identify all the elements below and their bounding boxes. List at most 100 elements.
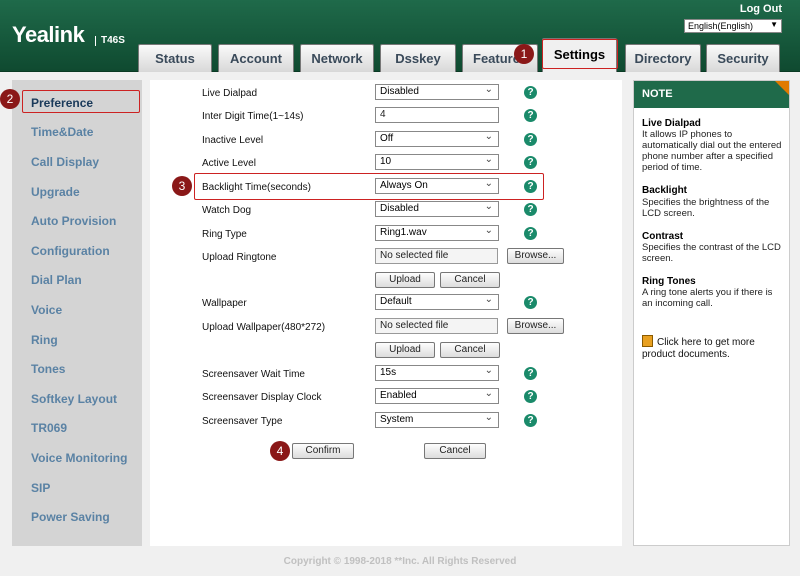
screensaver-clock-label: Screensaver Display Clock: [202, 392, 322, 403]
chevron-down-icon: ⌄: [484, 225, 493, 236]
wallpaper-select[interactable]: Default ⌄: [375, 294, 499, 310]
help-icon[interactable]: ?: [524, 367, 537, 380]
help-icon[interactable]: ?: [524, 109, 537, 122]
live-dialpad-value: Disabled: [380, 86, 419, 97]
sidebar-item-configuration[interactable]: Configuration: [31, 244, 110, 258]
ringtone-upload-button[interactable]: Upload: [375, 272, 435, 288]
active-level-select[interactable]: 10 ⌄: [375, 154, 499, 170]
highlight-settings-tab: [542, 39, 618, 69]
sidebar-item-tones[interactable]: Tones: [31, 362, 65, 376]
sidebar-item-time-date[interactable]: Time&Date: [31, 125, 93, 139]
ring-type-label: Ring Type: [202, 229, 247, 240]
sidebar-item-ring[interactable]: Ring: [31, 333, 58, 347]
screensaver-type-select[interactable]: System ⌄: [375, 412, 499, 428]
step-badge-4: 4: [270, 441, 290, 461]
ringtone-file-field[interactable]: No selected file: [375, 248, 498, 264]
wallpaper-label: Wallpaper: [202, 298, 247, 309]
active-level-value: 10: [380, 156, 392, 167]
tab-directory[interactable]: Directory: [625, 44, 701, 72]
note-panel: NOTE Live Dialpad It allows IP phones to…: [633, 80, 790, 546]
help-icon[interactable]: ?: [524, 296, 537, 309]
inactive-level-label: Inactive Level: [202, 135, 264, 146]
tab-security[interactable]: Security: [706, 44, 780, 72]
product-documents-link[interactable]: Click here to get more product documents…: [642, 335, 784, 361]
inactive-level-select[interactable]: Off ⌄: [375, 131, 499, 147]
tab-dsskey[interactable]: Dsskey: [380, 44, 456, 72]
upload-ringtone-label: Upload Ringtone: [202, 252, 277, 263]
preference-form: Live Dialpad Disabled ⌄ ? Inter Digit Tim…: [150, 80, 622, 546]
chevron-down-icon: ⌄: [484, 84, 493, 95]
wallpaper-browse-button[interactable]: Browse...: [507, 318, 564, 334]
inactive-level-value: Off: [380, 133, 394, 144]
sidebar-item-sip[interactable]: SIP: [31, 481, 50, 495]
sidebar-item-voice-monitoring[interactable]: Voice Monitoring: [31, 451, 127, 465]
highlight-preference: [22, 90, 140, 113]
wallpaper-value: Default: [380, 296, 412, 307]
help-icon[interactable]: ?: [524, 156, 537, 169]
sidebar-item-softkey-layout[interactable]: Softkey Layout: [31, 392, 117, 406]
wallpaper-file-field[interactable]: No selected file: [375, 318, 498, 334]
chevron-down-icon: ⌄: [484, 154, 493, 165]
language-value: English(English): [688, 21, 754, 31]
help-icon[interactable]: ?: [524, 203, 537, 216]
inter-digit-label: Inter Digit Time(1~14s): [202, 111, 304, 122]
screensaver-clock-select[interactable]: Enabled ⌄: [375, 388, 499, 404]
copyright-footer: Copyright © 1998-2018 **Inc. All Rights …: [283, 556, 517, 567]
upload-wallpaper-label: Upload Wallpaper(480*272): [202, 322, 326, 333]
watch-dog-select[interactable]: Disabled ⌄: [375, 201, 499, 217]
sidebar-item-dial-plan[interactable]: Dial Plan: [31, 273, 82, 287]
screensaver-type-label: Screensaver Type: [202, 416, 283, 427]
highlight-backlight-time: [194, 173, 544, 200]
confirm-button[interactable]: Confirm: [292, 443, 354, 459]
screensaver-clock-value: Enabled: [380, 390, 417, 401]
cancel-button[interactable]: Cancel: [424, 443, 486, 459]
step-badge-2: 2: [0, 89, 20, 109]
watch-dog-value: Disabled: [380, 203, 419, 214]
screensaver-wait-select[interactable]: 15s ⌄: [375, 365, 499, 381]
model-label: T46S: [95, 36, 125, 46]
note-text-ring-tones: A ring tone alerts you if there is an in…: [642, 287, 773, 309]
note-text-backlight: Specifies the brightness of the LCD scre…: [642, 197, 770, 219]
tab-status[interactable]: Status: [138, 44, 212, 72]
wallpaper-upload-button[interactable]: Upload: [375, 342, 435, 358]
language-select[interactable]: English(English) ▼: [684, 19, 782, 33]
help-icon[interactable]: ?: [524, 133, 537, 146]
ringtone-browse-button[interactable]: Browse...: [507, 248, 564, 264]
sidebar-item-voice[interactable]: Voice: [31, 303, 62, 317]
note-header: NOTE: [634, 81, 789, 108]
chevron-down-icon: ⌄: [484, 201, 493, 212]
sidebar-item-call-display[interactable]: Call Display: [31, 155, 99, 169]
tab-account[interactable]: Account: [218, 44, 294, 72]
note-heading-backlight: Backlight: [642, 185, 688, 196]
product-documents-text: Click here to get more product documents…: [642, 337, 755, 360]
sidebar: Preference Time&Date Call Display Upgrad…: [12, 80, 142, 546]
sidebar-item-upgrade[interactable]: Upgrade: [31, 185, 80, 199]
logout-link[interactable]: Log Out: [740, 3, 782, 15]
screensaver-type-value: System: [380, 414, 414, 425]
help-icon[interactable]: ?: [524, 414, 537, 427]
chevron-down-icon: ⌄: [484, 131, 493, 142]
brand-logo: Yealink: [12, 22, 85, 47]
ring-type-select[interactable]: Ring1.wav ⌄: [375, 225, 499, 241]
help-icon[interactable]: ?: [524, 86, 537, 99]
chevron-down-icon: ⌄: [484, 412, 493, 423]
ring-type-value: Ring1.wav: [380, 227, 427, 238]
note-title: NOTE: [642, 88, 673, 100]
sidebar-item-power-saving[interactable]: Power Saving: [31, 510, 110, 524]
help-icon[interactable]: ?: [524, 390, 537, 403]
inter-digit-input[interactable]: 4: [375, 107, 499, 123]
step-badge-1: 1: [514, 44, 534, 64]
sidebar-item-tr069[interactable]: TR069: [31, 421, 67, 435]
note-heading-contrast: Contrast: [642, 231, 684, 242]
active-level-label: Active Level: [202, 158, 256, 169]
note-heading-ring-tones: Ring Tones: [642, 276, 696, 287]
note-text-live-dialpad: It allows IP phones to automatically dia…: [642, 129, 782, 173]
live-dialpad-select[interactable]: Disabled ⌄: [375, 84, 499, 100]
wallpaper-cancel-button[interactable]: Cancel: [440, 342, 500, 358]
document-icon: [642, 335, 653, 347]
help-icon[interactable]: ?: [524, 227, 537, 240]
ringtone-cancel-button[interactable]: Cancel: [440, 272, 500, 288]
tab-network[interactable]: Network: [300, 44, 374, 72]
screensaver-wait-value: 15s: [380, 367, 397, 378]
sidebar-item-auto-provision[interactable]: Auto Provision: [31, 214, 116, 228]
